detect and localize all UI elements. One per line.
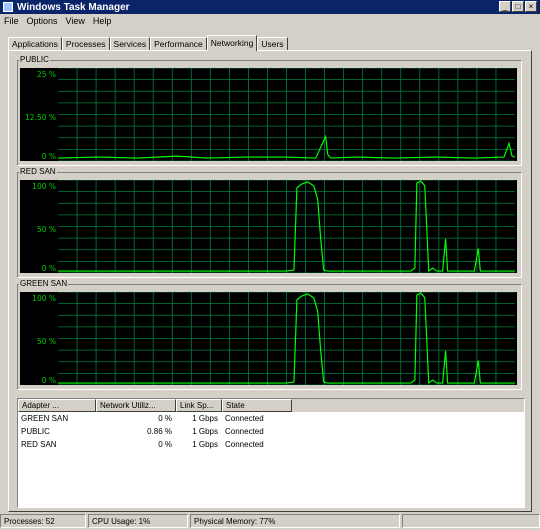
adapter-link-speed: 1 Gbps [192, 427, 218, 436]
y-tick-label: 25 % [36, 70, 56, 79]
tab-networking[interactable]: Networking [206, 35, 258, 51]
maximize-button[interactable]: □ [512, 1, 524, 12]
graph-plot: 100 % 50 % 0 % [20, 292, 517, 385]
y-tick-label: 12.50 % [25, 113, 56, 122]
column-header-adapter[interactable]: Adapter ... [18, 399, 96, 412]
menu-file[interactable]: File [0, 16, 23, 26]
graph-title: PUBLIC [19, 55, 50, 64]
column-header-utilization[interactable]: Network Utiliz... [96, 399, 176, 412]
grid-and-trace [58, 292, 515, 385]
menu-help[interactable]: Help [89, 16, 116, 26]
menu-options[interactable]: Options [23, 16, 62, 26]
y-tick-label: 50 % [36, 337, 56, 346]
tab-services[interactable]: Services [109, 37, 151, 51]
tab-strip: Applications Processes Services Performa… [8, 35, 288, 51]
tab-users[interactable]: Users [257, 37, 288, 51]
table-row[interactable]: GREEN SAN 0 % 1 Gbps Connected [18, 412, 524, 425]
grid-and-trace [58, 180, 515, 273]
adapter-utilization: 0.86 % [147, 427, 172, 436]
adapter-name: PUBLIC [21, 427, 50, 436]
menu-bar: File Options View Help [0, 14, 540, 28]
status-empty [402, 514, 540, 528]
status-bar: Processes: 52 CPU Usage: 1% Physical Mem… [0, 514, 540, 530]
close-button[interactable]: × [525, 1, 537, 12]
adapter-list[interactable]: Adapter ... Network Utiliz... Link Sp...… [17, 398, 525, 508]
adapter-state: Connected [225, 440, 264, 449]
y-tick-label: 0 % [41, 376, 56, 385]
graph-public: 25 % 12.50 % 0 % PUBLIC [17, 55, 522, 166]
adapter-state: Connected [225, 414, 264, 423]
y-tick-label: 0 % [41, 264, 56, 273]
adapter-link-speed: 1 Gbps [192, 440, 218, 449]
menu-view[interactable]: View [62, 16, 89, 26]
y-tick-label: 50 % [36, 225, 56, 234]
tab-performance[interactable]: Performance [150, 37, 207, 51]
y-tick-label: 0 % [41, 152, 56, 161]
graph-plot: 100 % 50 % 0 % [20, 180, 517, 273]
y-tick-label: 100 % [32, 294, 56, 303]
adapter-state: Connected [225, 427, 264, 436]
status-processes: Processes: 52 [0, 514, 86, 528]
status-physical-memory: Physical Memory: 77% [190, 514, 400, 528]
graph-plot: 25 % 12.50 % 0 % [20, 68, 517, 161]
title-bar[interactable]: Windows Task Manager _ □ × [0, 0, 540, 14]
adapter-name: RED SAN [21, 440, 57, 449]
grid-and-trace [58, 68, 515, 161]
column-header-state[interactable]: State [222, 399, 292, 412]
adapter-link-speed: 1 Gbps [192, 414, 218, 423]
column-header-link-speed[interactable]: Link Sp... [176, 399, 222, 412]
task-manager-icon [3, 2, 13, 12]
tab-applications[interactable]: Applications [8, 37, 62, 51]
tab-processes[interactable]: Processes [61, 37, 110, 51]
adapter-utilization: 0 % [158, 440, 172, 449]
graph-red-san: 100 % 50 % 0 % RED SAN [17, 167, 522, 278]
table-row[interactable]: PUBLIC 0.86 % 1 Gbps Connected [18, 425, 524, 438]
adapter-utilization: 0 % [158, 414, 172, 423]
graph-title: RED SAN [19, 167, 57, 176]
window-title: Windows Task Manager [17, 1, 130, 13]
adapter-name: GREEN SAN [21, 414, 69, 423]
y-tick-label: 100 % [32, 182, 56, 191]
task-manager-window: Windows Task Manager _ □ × File Options … [0, 0, 540, 530]
minimize-button[interactable]: _ [499, 1, 511, 12]
graph-title: GREEN SAN [19, 279, 69, 288]
graph-green-san: 100 % 50 % 0 % GREEN SAN [17, 279, 522, 390]
table-row[interactable]: RED SAN 0 % 1 Gbps Connected [18, 438, 524, 451]
status-cpu-usage: CPU Usage: 1% [88, 514, 188, 528]
